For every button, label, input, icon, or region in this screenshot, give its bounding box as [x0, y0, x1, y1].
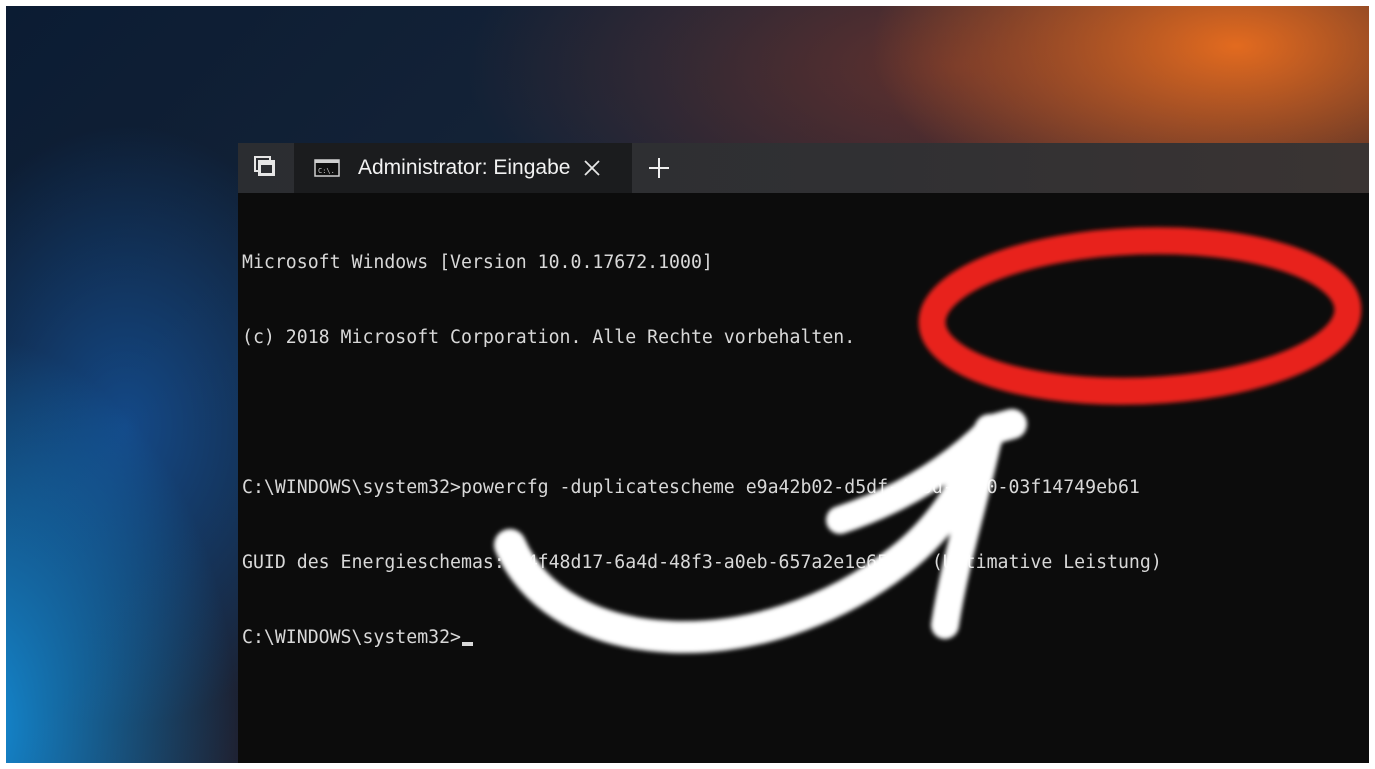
console-line: GUID des Energieschemas: c4f48d17-6a4d-4…	[242, 552, 1162, 573]
console-line: Microsoft Windows [Version 10.0.17672.10…	[242, 252, 713, 273]
plus-icon	[649, 158, 669, 178]
tab-switcher-button[interactable]	[238, 143, 292, 193]
tab-title: Administrator: Eingabe	[358, 156, 571, 179]
tab-close-button[interactable]	[580, 156, 604, 180]
prompt-line[interactable]: C:\WINDOWS\system32>	[242, 625, 1362, 650]
console-line: (c) 2018 Microsoft Corporation. Alle Rec…	[242, 327, 856, 348]
tabs-icon	[254, 155, 276, 181]
prompt-text: C:\WINDOWS\system32>	[242, 627, 461, 648]
cmd-icon: C:\.	[314, 159, 340, 177]
text-cursor	[462, 642, 473, 646]
desktop-background: C:\. Administrator: Eingabe Microsoft Wi…	[6, 6, 1369, 763]
terminal-window: C:\. Administrator: Eingabe Microsoft Wi…	[238, 143, 1369, 763]
new-tab-button[interactable]	[646, 155, 672, 181]
console-output[interactable]: Microsoft Windows [Version 10.0.17672.10…	[242, 200, 1362, 760]
tab-administrator[interactable]: C:\. Administrator: Eingabe	[294, 143, 632, 193]
cmd-icon-label: C:\.	[318, 167, 335, 175]
title-bar: C:\. Administrator: Eingabe	[238, 143, 1369, 193]
close-icon	[584, 160, 600, 176]
console-line: C:\WINDOWS\system32>powercfg -duplicates…	[242, 477, 1140, 498]
